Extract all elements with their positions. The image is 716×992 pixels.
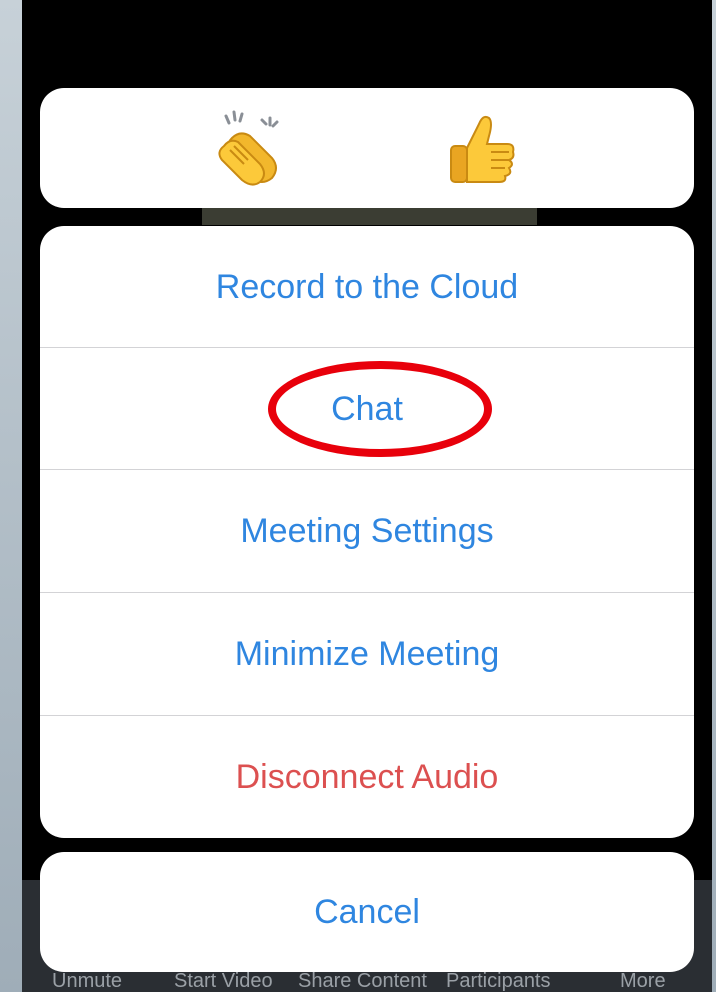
chat-button[interactable]: Chat — [40, 348, 694, 470]
meeting-screen: Unmute Start Video Share Content Partici… — [22, 0, 712, 992]
toolbar-share-content-label[interactable]: Share Content — [298, 970, 427, 992]
toolbar-participants-label[interactable]: Participants — [446, 970, 551, 992]
clapping-hands-icon[interactable] — [212, 108, 292, 188]
cancel-button[interactable]: Cancel — [40, 852, 694, 972]
action-sheet: Record to the Cloud Chat Meeting Setting… — [40, 226, 694, 838]
record-to-cloud-button[interactable]: Record to the Cloud — [40, 226, 694, 348]
meeting-settings-button[interactable]: Meeting Settings — [40, 470, 694, 592]
reactions-card — [40, 88, 694, 208]
video-preview-strip — [202, 205, 537, 225]
minimize-meeting-button[interactable]: Minimize Meeting — [40, 593, 694, 715]
toolbar-unmute-label[interactable]: Unmute — [52, 970, 122, 992]
toolbar-start-video-label[interactable]: Start Video — [174, 970, 273, 992]
toolbar-more-label[interactable]: More — [620, 970, 666, 992]
thumbs-up-icon[interactable] — [443, 108, 523, 188]
disconnect-audio-button[interactable]: Disconnect Audio — [40, 716, 694, 838]
